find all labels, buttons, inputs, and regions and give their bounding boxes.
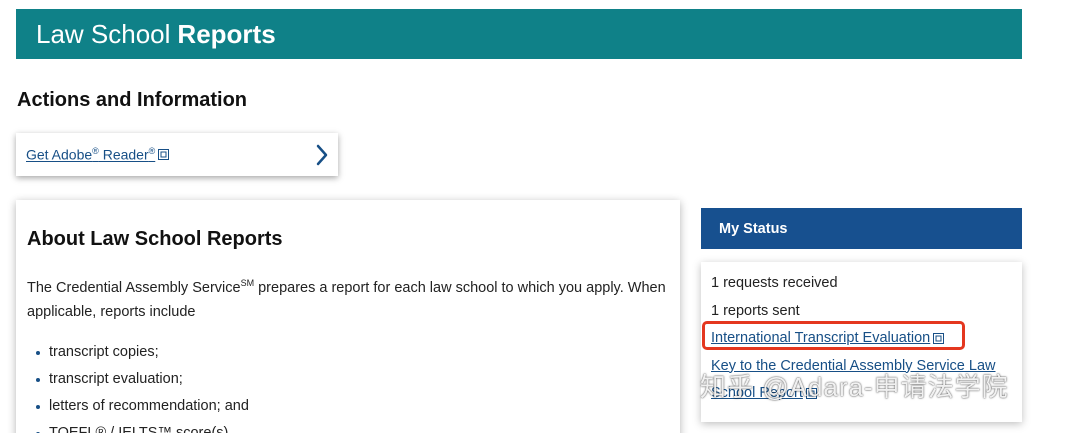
- report-contents-list: transcript copies; transcript evaluation…: [27, 339, 670, 433]
- list-item: letters of recommendation; and: [27, 393, 670, 420]
- list-item: transcript evaluation;: [27, 366, 670, 393]
- adobe-reader-card[interactable]: Get Adobe® Reader®: [16, 133, 338, 176]
- watermark-text: 知乎 @Adara-申请法学院: [700, 372, 1009, 402]
- banner-title-bold: Reports: [177, 18, 276, 49]
- chevron-right-icon[interactable]: [314, 143, 330, 167]
- adobe-reader-link[interactable]: Get Adobe® Reader®: [26, 146, 155, 163]
- requests-received-text: 1 requests received: [711, 275, 838, 291]
- external-link-icon: [158, 149, 170, 160]
- actions-heading: Actions and Information: [17, 89, 247, 111]
- about-heading: About Law School Reports: [27, 228, 283, 250]
- list-item: TOEFL® / IELTS™ score(s): [27, 420, 670, 433]
- banner-title-regular: Law School: [36, 18, 171, 49]
- page-banner: Law School Reports: [16, 9, 1022, 59]
- highlight-box: [702, 321, 965, 350]
- about-panel: About Law School Reports The Credential …: [16, 200, 680, 433]
- my-status-heading: My Status: [701, 208, 1022, 249]
- list-item: transcript copies;: [27, 339, 670, 366]
- about-paragraph: The Credential Assembly ServiceSM prepar…: [27, 278, 666, 320]
